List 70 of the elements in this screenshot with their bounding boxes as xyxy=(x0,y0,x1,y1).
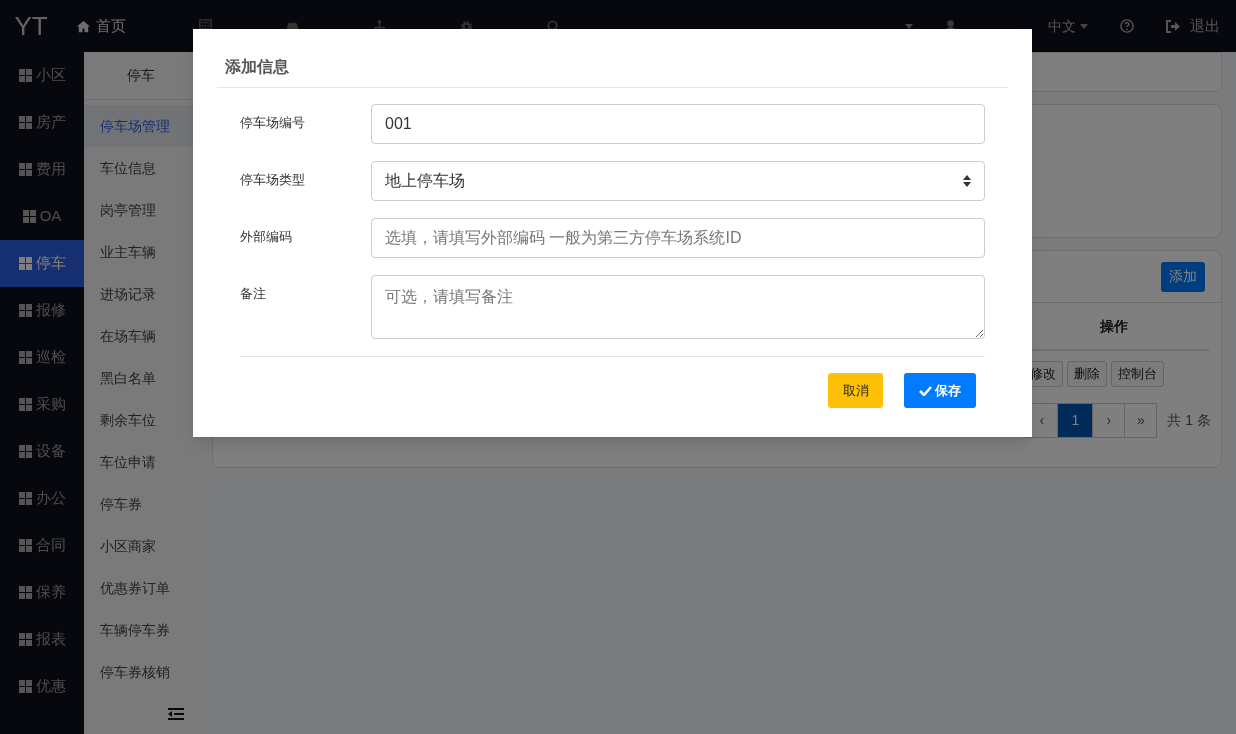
submenu-item[interactable]: 岗亭管理 xyxy=(84,189,198,231)
field-label: 备注 xyxy=(240,285,267,303)
submenu-item[interactable]: 车位信息 xyxy=(84,147,198,189)
home-icon xyxy=(76,18,91,34)
help-icon[interactable] xyxy=(1120,19,1134,33)
grid-icon xyxy=(18,445,32,458)
sidebar-item[interactable]: 停车 xyxy=(0,240,84,287)
caret-icon xyxy=(1080,23,1088,29)
grid-icon xyxy=(18,304,32,317)
submenu-item[interactable]: 剩余车位 xyxy=(84,399,198,441)
total-count: 共 1 条 xyxy=(1167,411,1211,430)
grid-icon xyxy=(18,257,32,270)
submenu-item[interactable]: 停车券核销 xyxy=(84,651,198,693)
grid-icon xyxy=(18,539,32,552)
grid-icon xyxy=(18,492,32,505)
sidebar-item[interactable]: 办公 xyxy=(0,475,84,522)
action-button[interactable]: 控制台 xyxy=(1111,361,1164,387)
field-label: 停车场类型 xyxy=(240,171,306,189)
collapse-icon[interactable] xyxy=(168,708,184,720)
dialog-title: 添加信息 xyxy=(225,57,290,77)
save-button[interactable]: 保存 xyxy=(904,373,976,408)
page-button[interactable]: » xyxy=(1124,403,1158,438)
sidebar-item[interactable]: 巡检 xyxy=(0,334,84,381)
submenu-item[interactable]: 进场记录 xyxy=(84,273,198,315)
input-field[interactable]: 001 xyxy=(371,104,985,144)
add-button[interactable]: 添加 xyxy=(1161,261,1205,292)
sidebar-item[interactable]: 房产 xyxy=(0,99,84,146)
submenu-item[interactable]: 在场车辆 xyxy=(84,315,198,357)
grid-icon xyxy=(22,210,36,223)
sidebar-item[interactable]: 采购 xyxy=(0,381,84,428)
submenu-item[interactable]: 车辆停车券 xyxy=(84,609,198,651)
sidebar-item[interactable]: 报修 xyxy=(0,287,84,334)
grid-icon xyxy=(18,680,32,693)
logo[interactable]: YT xyxy=(0,6,62,46)
submenu-item[interactable]: 业主车辆 xyxy=(84,231,198,273)
sidebar-item[interactable]: OA xyxy=(0,193,84,240)
submenu-item[interactable]: 优惠券订单 xyxy=(84,567,198,609)
select-field[interactable]: 地上停车场 xyxy=(371,161,985,201)
grid-icon xyxy=(18,163,32,176)
sidebar-item[interactable]: 报表 xyxy=(0,616,84,663)
submenu-item[interactable]: 停车券 xyxy=(84,483,198,525)
field-label: 外部编码 xyxy=(240,228,293,246)
action-button[interactable]: 删除 xyxy=(1067,361,1107,387)
input-field[interactable]: 选填，请填写外部编码 一般为第三方停车场系统ID xyxy=(371,218,985,258)
grid-icon xyxy=(18,586,32,599)
cancel-button[interactable]: 取消 xyxy=(828,373,883,408)
submenu-item[interactable]: 黑白名单 xyxy=(84,357,198,399)
textarea-field[interactable]: 可选，请填写备注 xyxy=(371,275,985,339)
check-icon xyxy=(919,385,932,396)
grid-icon xyxy=(18,69,32,82)
grid-icon xyxy=(18,351,32,364)
sidebar-item[interactable]: 设备 xyxy=(0,428,84,475)
sidebar-item[interactable]: 合同 xyxy=(0,522,84,569)
submenu-item[interactable]: 车位申请 xyxy=(84,441,198,483)
logout-icon xyxy=(1166,19,1180,33)
field-label: 停车场编号 xyxy=(240,114,306,132)
sidebar-item[interactable]: 费用 xyxy=(0,146,84,193)
grid-icon xyxy=(18,633,32,646)
page-button[interactable]: › xyxy=(1092,403,1126,438)
grid-icon xyxy=(18,398,32,411)
sidebar-item[interactable]: 优惠 xyxy=(0,663,84,710)
sort-icon xyxy=(963,175,971,187)
page-button[interactable]: 1 xyxy=(1057,403,1094,438)
language-dropdown[interactable]: 中文 xyxy=(1048,15,1088,37)
sidebar-item[interactable]: 小区 xyxy=(0,52,84,99)
logout-button[interactable]: 退出 xyxy=(1166,14,1220,38)
nav-item[interactable]: 首页 xyxy=(76,14,126,38)
sidebar-item[interactable]: 保养 xyxy=(0,569,84,616)
submenu-item[interactable]: 小区商家 xyxy=(84,525,198,567)
grid-icon xyxy=(18,116,32,129)
